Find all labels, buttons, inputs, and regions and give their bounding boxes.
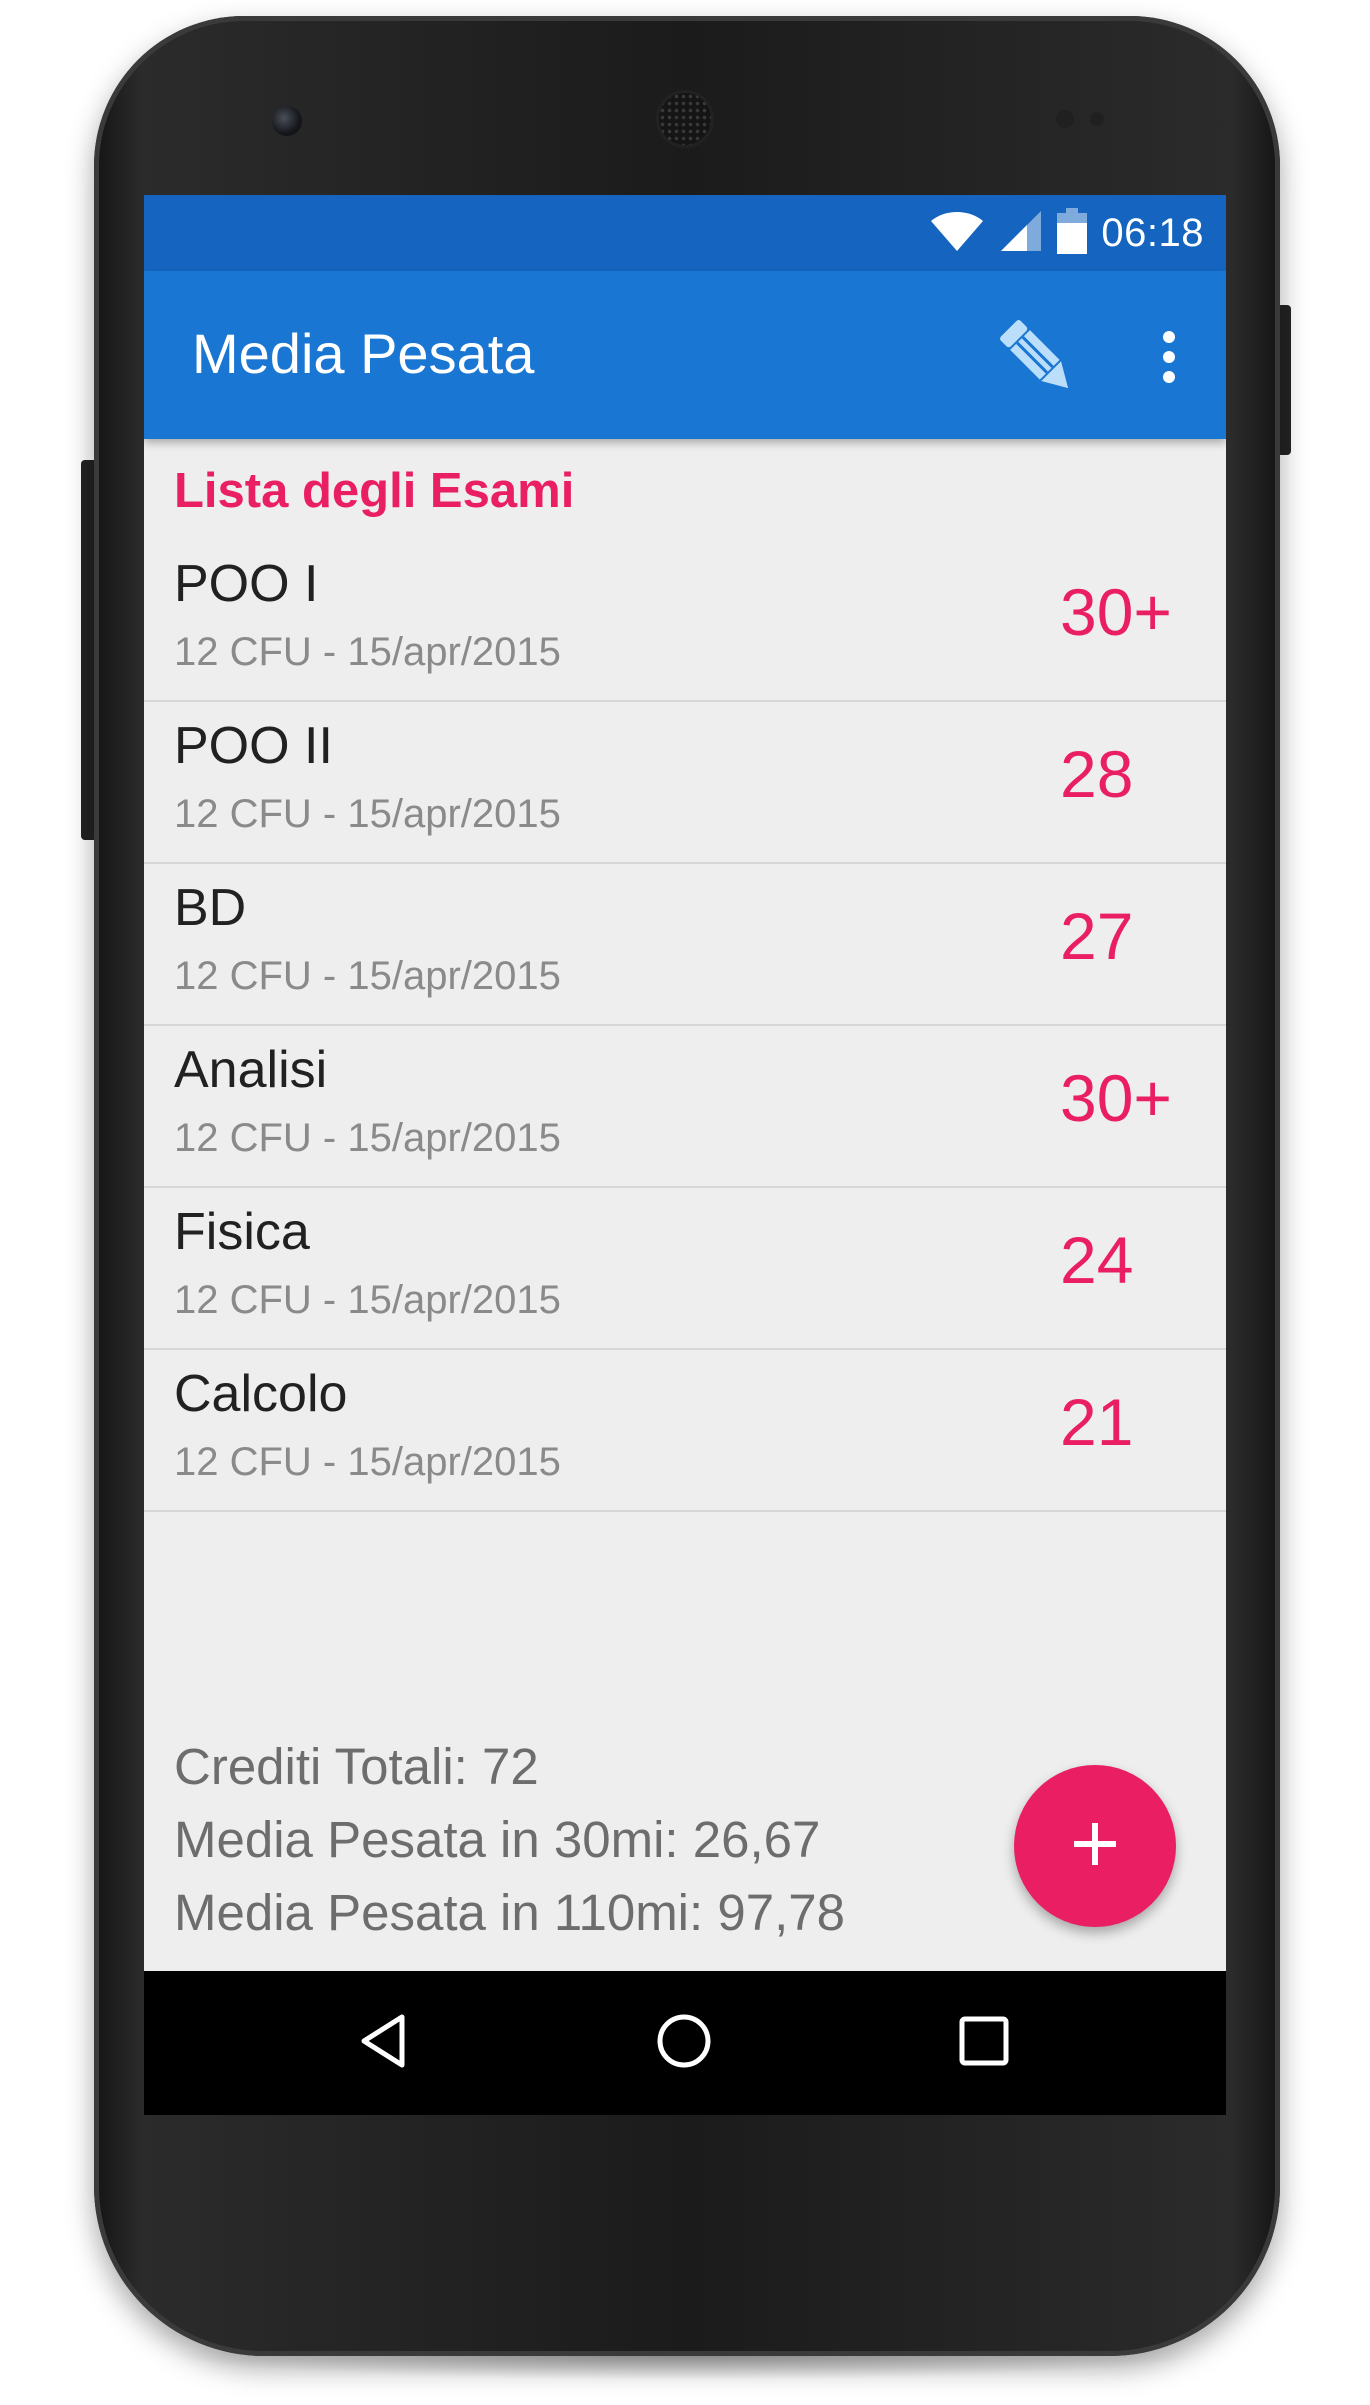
- more-vert-icon: [1144, 331, 1194, 409]
- exam-row[interactable]: Calcolo 12 CFU - 15/apr/2015 21: [144, 1350, 1226, 1512]
- recents-icon: [954, 2011, 1014, 2076]
- exam-row[interactable]: Analisi 12 CFU - 15/apr/2015 30+: [144, 1026, 1226, 1188]
- exam-grade: 27: [1060, 899, 1134, 973]
- exam-row[interactable]: POO I 12 CFU - 15/apr/2015 30+: [144, 540, 1226, 702]
- exam-list: POO I 12 CFU - 15/apr/2015 30+ POO II 12…: [144, 540, 1226, 1512]
- exam-meta: 12 CFU - 15/apr/2015: [174, 792, 561, 836]
- pencil-icon: [989, 320, 1085, 409]
- earpiece-speaker: [656, 90, 714, 148]
- battery-icon: [1057, 207, 1088, 259]
- front-camera: [272, 106, 302, 136]
- exam-grade: 30+: [1060, 575, 1172, 649]
- wifi-icon: [929, 209, 985, 258]
- exam-grade: 30+: [1060, 1061, 1172, 1135]
- section-header: Lista degli Esami: [174, 464, 575, 518]
- exam-name: POO I: [174, 555, 319, 613]
- light-sensor: [1090, 112, 1104, 126]
- exam-meta: 12 CFU - 15/apr/2015: [174, 1278, 561, 1322]
- exam-meta: 12 CFU - 15/apr/2015: [174, 954, 561, 998]
- edit-button[interactable]: [989, 309, 1085, 405]
- back-icon: [354, 2011, 414, 2076]
- home-icon: [654, 2011, 714, 2076]
- screen: 06:18 Media Pesata Lista degli Esami POO…: [144, 195, 1226, 2115]
- exam-row[interactable]: Fisica 12 CFU - 15/apr/2015 24: [144, 1188, 1226, 1350]
- app-bar: Media Pesata: [144, 271, 1226, 439]
- signal-icon: [999, 209, 1043, 258]
- exam-meta: 12 CFU - 15/apr/2015: [174, 1440, 561, 1484]
- status-bar: 06:18: [144, 195, 1226, 271]
- summary: Crediti Totali: 72 Media Pesata in 30mi:…: [174, 1730, 845, 1949]
- exam-meta: 12 CFU - 15/apr/2015: [174, 1116, 561, 1160]
- navigation-bar: [144, 1971, 1226, 2115]
- weighted-average-30: Media Pesata in 30mi: 26,67: [174, 1811, 821, 1868]
- exam-name: POO II: [174, 717, 333, 775]
- home-button[interactable]: [634, 1993, 734, 2093]
- exam-meta: 12 CFU - 15/apr/2015: [174, 630, 561, 674]
- exam-name: Analisi: [174, 1041, 328, 1099]
- exam-name: Fisica: [174, 1203, 310, 1261]
- exam-grade: 21: [1060, 1385, 1134, 1459]
- overflow-menu-button[interactable]: [1144, 309, 1194, 405]
- add-exam-button[interactable]: [1014, 1765, 1176, 1927]
- exam-row[interactable]: POO II 12 CFU - 15/apr/2015 28: [144, 702, 1226, 864]
- total-credits: Crediti Totali: 72: [174, 1738, 539, 1795]
- exam-grade: 24: [1060, 1223, 1134, 1297]
- recents-button[interactable]: [934, 1993, 1034, 2093]
- exam-row[interactable]: BD 12 CFU - 15/apr/2015 27: [144, 864, 1226, 1026]
- proximity-sensor: [1056, 110, 1074, 128]
- app-title: Media Pesata: [192, 322, 535, 385]
- add-icon: [1070, 1819, 1120, 1874]
- status-time: 06:18: [1101, 210, 1204, 255]
- exam-grade: 28: [1060, 737, 1134, 811]
- back-button[interactable]: [334, 1993, 434, 2093]
- exam-name: Calcolo: [174, 1365, 348, 1423]
- exam-name: BD: [174, 879, 247, 937]
- weighted-average-110: Media Pesata in 110mi: 97,78: [174, 1884, 845, 1941]
